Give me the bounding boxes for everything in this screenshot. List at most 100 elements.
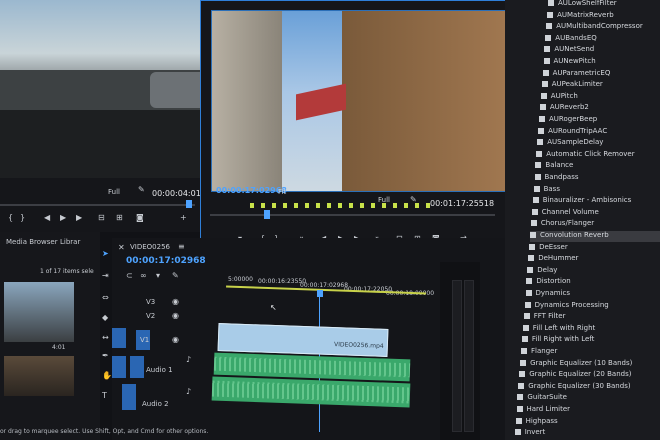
effect-item[interactable]: Convolution Reverb <box>530 231 660 242</box>
effect-item[interactable]: AUMultibandCompressor <box>546 22 660 33</box>
effect-item[interactable]: Fill Right with Left <box>521 335 660 346</box>
effect-item[interactable]: AUPeakLimiter <box>541 80 660 91</box>
effect-item-label: Hard Limiter <box>526 405 571 413</box>
effect-item[interactable]: AULowShelfFilter <box>548 0 660 10</box>
program-scrubber[interactable] <box>210 214 495 216</box>
selection-count: 1 of 17 items sele <box>40 268 94 275</box>
effect-item[interactable]: DeEsser <box>529 243 660 254</box>
razor-tool-icon[interactable]: ◆ <box>102 314 108 322</box>
source-monitor-frame <box>0 0 208 178</box>
mark-in-icon[interactable]: { <box>8 214 13 222</box>
step-back-icon[interactable]: ◀ <box>44 214 50 222</box>
eye-icon[interactable]: ◉ <box>172 336 179 344</box>
effect-item[interactable]: Channel Volume <box>531 208 660 219</box>
effect-item[interactable]: GuitarSuite <box>517 393 660 404</box>
ripple-edit-icon[interactable]: ⇔ <box>102 294 109 302</box>
track-select-icon[interactable]: ⇥ <box>102 272 109 280</box>
effect-item[interactable]: Graphic Equalizer (20 Bands) <box>519 370 660 381</box>
eye-icon[interactable]: ◉ <box>172 312 179 320</box>
clip-thumbnail-2[interactable] <box>4 356 74 396</box>
effect-item-label: Invert <box>524 428 546 437</box>
effect-item-label: AUNewPitch <box>553 57 596 65</box>
effect-item[interactable]: Hard Limiter <box>516 405 660 416</box>
effect-item[interactable]: AURoundTripAAC <box>538 127 660 138</box>
program-fit-select[interactable]: Fit <box>278 188 286 196</box>
effect-item[interactable]: DeHummer <box>528 254 660 265</box>
camera-icon[interactable]: ◙ <box>136 214 144 222</box>
snap-icon[interactable]: ⊂ <box>126 272 133 280</box>
effect-item[interactable]: AUNewPitch <box>543 57 660 68</box>
tab-libraries[interactable]: Librar <box>60 238 80 246</box>
audio-effect-icon <box>529 243 536 250</box>
program-playhead[interactable] <box>264 210 270 219</box>
effect-item[interactable]: Delay <box>527 266 660 277</box>
effect-item[interactable]: Chorus/Flanger <box>530 219 660 230</box>
program-timecode-current[interactable]: 00:00:17:02968 <box>216 186 287 195</box>
effect-item[interactable]: AUNetSend <box>544 45 660 56</box>
effect-item[interactable]: AUMatrixReverb <box>547 11 660 22</box>
effect-item-label: AUReverb2 <box>549 103 589 112</box>
eye-icon[interactable]: ◉ <box>172 298 179 306</box>
clip-thumbnail[interactable] <box>4 282 74 342</box>
play-icon[interactable]: ▶ <box>60 214 66 222</box>
audio-effect-icon <box>545 34 552 41</box>
effect-item-label: AUPitch <box>550 91 578 100</box>
source-patch-a1[interactable] <box>112 356 126 378</box>
effect-item[interactable]: AUParametricEQ <box>542 69 660 80</box>
effect-item[interactable]: Balance <box>535 161 660 172</box>
pen-tool-icon[interactable]: ✒ <box>102 352 109 360</box>
type-tool-icon[interactable]: T <box>102 392 107 400</box>
video-clip[interactable] <box>217 323 389 357</box>
effect-item[interactable]: Invert <box>514 428 660 439</box>
track-target-a2[interactable] <box>122 384 136 410</box>
source-playhead[interactable] <box>186 200 192 208</box>
close-tab-icon[interactable]: ✕ <box>118 244 125 252</box>
audio-effect-icon <box>516 406 523 412</box>
hand-tool-icon[interactable]: ✋ <box>102 372 112 380</box>
step-forward-icon[interactable]: ▶ <box>76 214 82 222</box>
add-marker-icon[interactable]: ▾ <box>156 272 160 280</box>
mark-out-icon[interactable]: } <box>20 214 25 222</box>
effect-item[interactable]: Automatic Click Remover <box>536 150 660 161</box>
overwrite-icon[interactable]: ⊞ <box>116 214 123 222</box>
source-patch-v1[interactable] <box>112 328 126 348</box>
wrench-icon[interactable]: ✎ <box>138 186 145 194</box>
effect-item-label: Chorus/Flanger <box>540 219 595 228</box>
insert-icon[interactable]: ⊟ <box>98 214 105 222</box>
timeline-tab-title[interactable]: VIDEO0256 <box>130 243 170 251</box>
mic-icon[interactable]: ♪ <box>186 388 191 396</box>
slip-tool-icon[interactable]: ↔ <box>102 334 109 342</box>
linked-selection-icon[interactable]: ∞ <box>140 272 147 280</box>
add-button-icon[interactable]: + <box>180 214 187 222</box>
track-target-a1[interactable] <box>130 356 144 378</box>
effect-item[interactable]: FFT Filter <box>523 312 660 323</box>
timeline-settings-icon[interactable]: ✎ <box>172 272 179 280</box>
audio-effect-icon <box>539 116 545 122</box>
source-fit-select[interactable]: Full <box>108 188 120 196</box>
effect-item[interactable]: Highpass <box>515 417 660 428</box>
effect-item[interactable]: Graphic Equalizer (30 Bands) <box>518 382 660 393</box>
timeline-timecode[interactable]: 00:00:17:02968 <box>126 256 206 266</box>
effect-item[interactable]: Dynamics Processing <box>524 301 660 312</box>
effect-item[interactable]: AURogerBeep <box>539 115 660 126</box>
effect-item[interactable]: Dynamics <box>525 289 660 300</box>
effect-item[interactable]: Fill Left with Right <box>522 324 660 335</box>
effect-item[interactable]: Flanger <box>521 347 660 358</box>
effect-item[interactable]: Bandpass <box>534 173 660 184</box>
effect-item[interactable]: Bass <box>533 185 660 196</box>
effect-item[interactable]: Binauralizer - Ambisonics <box>532 196 660 207</box>
audio-effect-icon <box>527 266 534 273</box>
mic-icon[interactable]: ♪ <box>186 356 191 364</box>
effect-item[interactable]: AUBandsEQ <box>545 34 660 45</box>
effect-item[interactable]: AUSampleDelay <box>537 138 660 149</box>
source-scrubber[interactable] <box>0 204 195 206</box>
effect-item[interactable]: AUPitch <box>540 91 660 103</box>
effect-item[interactable]: Distortion <box>526 277 660 288</box>
effect-item[interactable]: Graphic Equalizer (10 Bands) <box>520 359 660 370</box>
timeline-playhead-head[interactable] <box>317 290 323 297</box>
selection-tool-icon[interactable]: ➤ <box>102 250 109 258</box>
panel-menu-icon[interactable]: ≡ <box>178 243 185 251</box>
effect-item[interactable]: AUReverb2 <box>539 103 660 114</box>
effect-item-label: Delay <box>537 265 558 274</box>
tab-media-browser[interactable]: Media Browser <box>6 238 58 246</box>
